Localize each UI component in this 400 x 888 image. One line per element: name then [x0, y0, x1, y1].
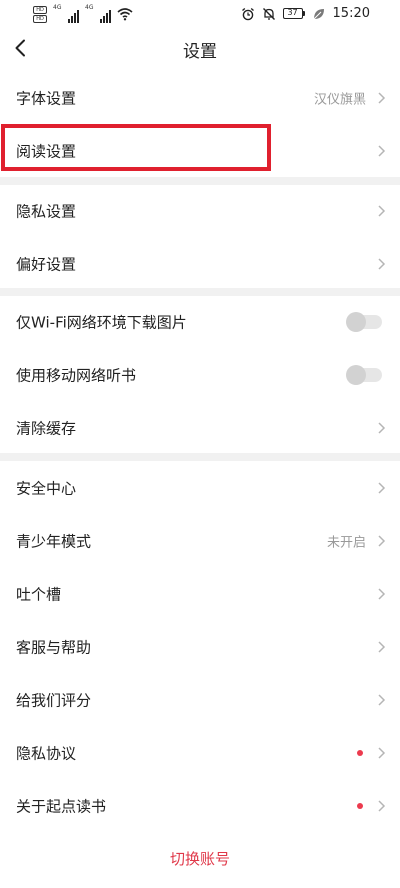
- section-divider: [0, 453, 400, 461]
- settings-row-privacy-policy[interactable]: 隐私协议: [0, 726, 400, 779]
- leaf-icon: [313, 8, 324, 19]
- battery-level: 37: [282, 8, 303, 19]
- row-label: 仅Wi-Fi网络环境下载图片: [16, 313, 187, 331]
- network-type-label: 4G: [53, 4, 62, 11]
- battery-icon: 37: [282, 8, 305, 19]
- network-type-label: 4G: [85, 4, 94, 11]
- row-label: 清除缓存: [16, 419, 77, 437]
- hd-icon: HD: [33, 5, 47, 14]
- new-badge: [357, 749, 363, 756]
- settings-row-rate-us[interactable]: 给我们评分: [0, 673, 400, 726]
- chevron-right-icon: [378, 693, 386, 706]
- settings-row-teen-mode[interactable]: 青少年模式 未开启: [0, 514, 400, 567]
- mobile-audio-toggle[interactable]: [346, 364, 382, 385]
- settings-section-privacy: 隐私设置 偏好设置: [0, 184, 400, 290]
- toggle-knob: [346, 364, 366, 385]
- row-label: 安全中心: [16, 479, 77, 497]
- settings-section-display: 字体设置 汉仪旗黑 阅读设置: [0, 71, 400, 177]
- hd-icon: HD: [33, 14, 47, 23]
- chevron-right-icon: [378, 481, 386, 494]
- settings-row-preferences[interactable]: 偏好设置: [0, 237, 400, 290]
- settings-row-reading[interactable]: 阅读设置: [0, 124, 400, 177]
- status-bar-right: 37 15:20: [241, 6, 370, 21]
- switch-account-button[interactable]: 切换账号: [0, 848, 400, 869]
- row-value: 汉仪旗黑: [313, 92, 366, 107]
- settings-row-clear-cache[interactable]: 清除缓存: [0, 401, 400, 454]
- row-label: 偏好设置: [16, 255, 77, 273]
- clock: 15:20: [332, 6, 370, 21]
- settings-row-feedback[interactable]: 吐个槽: [0, 567, 400, 620]
- signal-icon: 4G: [53, 5, 79, 23]
- settings-row-wifi-images: 仅Wi-Fi网络环境下载图片: [0, 295, 400, 348]
- settings-row-privacy[interactable]: 隐私设置: [0, 184, 400, 237]
- nav-bar: 设置: [0, 28, 400, 68]
- chevron-right-icon: [378, 640, 386, 653]
- chevron-right-icon: [378, 144, 386, 157]
- chevron-right-icon: [378, 746, 386, 759]
- row-label: 隐私协议: [16, 744, 77, 762]
- chevron-right-icon: [378, 421, 386, 434]
- mute-bell-icon: [262, 7, 275, 20]
- row-label: 字体设置: [16, 89, 77, 107]
- status-bar: HD HD 4G 4G 37 15:20: [0, 0, 400, 28]
- row-label: 客服与帮助: [16, 638, 92, 656]
- row-label: 隐私设置: [16, 202, 77, 220]
- chevron-right-icon: [378, 91, 386, 104]
- row-label: 吐个槽: [16, 585, 62, 603]
- chevron-right-icon: [378, 204, 386, 217]
- toggle-knob: [346, 311, 366, 332]
- chevron-right-icon: [378, 799, 386, 812]
- wifi-icon: [117, 8, 133, 21]
- row-label: 阅读设置: [16, 142, 77, 160]
- settings-row-font[interactable]: 字体设置 汉仪旗黑: [0, 71, 400, 124]
- row-label: 给我们评分: [16, 691, 92, 709]
- chevron-right-icon: [378, 587, 386, 600]
- row-label: 使用移动网络听书: [16, 366, 137, 384]
- row-value: 未开启: [326, 535, 366, 550]
- settings-row-help[interactable]: 客服与帮助: [0, 620, 400, 673]
- settings-row-mobile-audio: 使用移动网络听书: [0, 348, 400, 401]
- status-bar-left: HD HD 4G 4G: [33, 5, 133, 23]
- row-label: 青少年模式: [16, 532, 92, 550]
- signal-icon: 4G: [85, 5, 111, 23]
- page-title: 设置: [183, 42, 217, 62]
- chevron-right-icon: [378, 257, 386, 270]
- settings-section-network: 仅Wi-Fi网络环境下载图片 使用移动网络听书 清除缓存: [0, 295, 400, 454]
- settings-row-security-center[interactable]: 安全中心: [0, 461, 400, 514]
- new-badge: [357, 802, 363, 809]
- settings-section-about: 安全中心 青少年模式 未开启 吐个槽 客服与帮助 给我们评分 隐私协议 关于起点…: [0, 461, 400, 832]
- row-label: 关于起点读书: [16, 797, 107, 815]
- alarm-icon: [241, 7, 254, 20]
- settings-row-about[interactable]: 关于起点读书: [0, 779, 400, 832]
- hd-indicators: HD HD: [33, 5, 47, 23]
- wifi-images-toggle[interactable]: [346, 311, 382, 332]
- chevron-right-icon: [378, 534, 386, 547]
